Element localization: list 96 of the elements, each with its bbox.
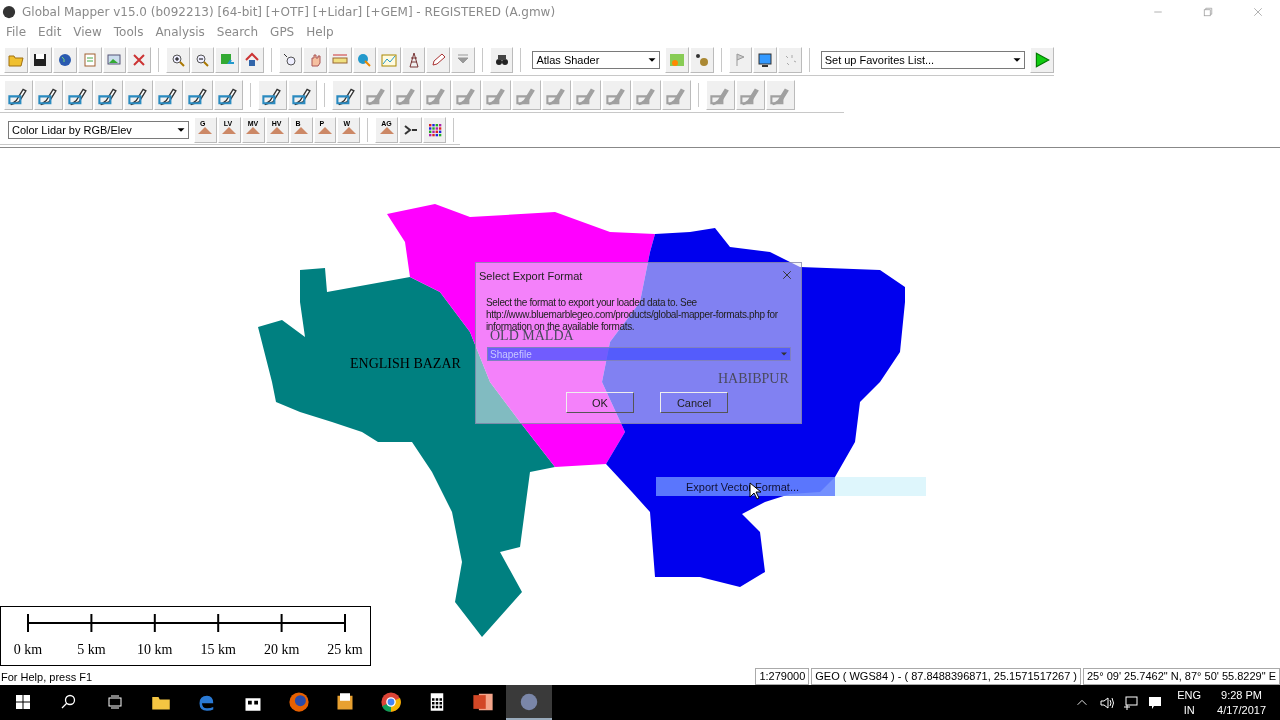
clock-date[interactable]: 4/17/2017 [1217, 702, 1266, 718]
zoomout-button[interactable] [190, 46, 215, 73]
magnify-button[interactable] [278, 46, 303, 73]
lidar-class-icon [270, 126, 285, 134]
monitor-button[interactable] [753, 46, 778, 73]
menu-item[interactable]: Tools [109, 25, 152, 40]
menu-item[interactable]: Help [302, 25, 342, 40]
digitizer-button[interactable] [64, 80, 93, 111]
digitizer-button[interactable] [288, 80, 317, 111]
close-icon [781, 268, 793, 281]
3d-button[interactable] [690, 46, 714, 73]
pencil-button[interactable] [426, 46, 451, 73]
lidar-class-icon [294, 126, 309, 134]
fox-globe-icon [288, 690, 310, 713]
clock-time[interactable]: 9:28 PM [1221, 687, 1262, 703]
globe-button[interactable] [53, 46, 77, 73]
document-icon [81, 51, 98, 68]
menu-item[interactable]: Edit [34, 25, 70, 40]
digitizer-button[interactable] [34, 80, 63, 111]
binoculars-button[interactable] [489, 46, 514, 73]
digitizer-button[interactable] [154, 80, 183, 111]
shader-icon [669, 51, 686, 68]
classify-button[interactable] [399, 117, 423, 144]
home-icon [243, 51, 260, 68]
menu-item[interactable]: GPS [266, 25, 303, 40]
status-position: 25° 09' 25.7462" N, 87° 50' 55.8229" E [1083, 668, 1280, 685]
scale-label: 0 km [13, 642, 43, 657]
region-code[interactable]: IN [1183, 702, 1195, 718]
grid-button[interactable] [423, 117, 447, 144]
windows-icon [15, 693, 31, 710]
dialog-button[interactable]: Cancel [660, 392, 728, 413]
info-button[interactable] [352, 46, 377, 73]
play-icon [1033, 50, 1052, 69]
search-icon [61, 693, 77, 710]
path-profile-icon [381, 51, 397, 68]
scale-label: 15 km [200, 642, 236, 657]
scale-label: 20 km [263, 642, 300, 657]
lidar-class-icon [246, 126, 261, 134]
color-grid-icon [426, 122, 443, 139]
monitor-icon [757, 51, 774, 68]
digitizer-button[interactable] [214, 80, 243, 111]
arrow-button[interactable] [451, 46, 475, 73]
lidar-mode-dropdown[interactable]: Color Lidar by RGB/Elev [8, 121, 189, 140]
scale-label: 10 km [137, 642, 173, 657]
scale-label: 25 km [327, 642, 363, 657]
status-scale: 1:279000 [755, 668, 810, 685]
image-button[interactable] [102, 46, 127, 73]
task-view-icon [107, 693, 123, 710]
digitizer-button[interactable] [4, 80, 33, 111]
status-projection: GEO ( WGS84 ) - ( 87.8488396871, 25.1571517267 ) [811, 668, 1081, 685]
lidar-class-icon [222, 126, 237, 134]
digitizer-button[interactable] [124, 80, 153, 111]
speaker-icon [1099, 694, 1116, 711]
region-label: ENGLISH BAZAR [350, 356, 461, 371]
notification-icon [1147, 694, 1164, 711]
tower-button[interactable] [401, 46, 426, 73]
lidar-class-icon [198, 126, 213, 134]
menu-item[interactable]: Search [212, 25, 267, 40]
region-label: HABIBPUR [718, 371, 789, 386]
chrome-ball-icon [380, 690, 402, 713]
favorites-dropdown[interactable]: Set up Favorites List... [820, 50, 1026, 69]
save-button[interactable] [28, 46, 53, 73]
lidar-class-icon [317, 126, 332, 134]
menu-item[interactable]: File [2, 25, 35, 40]
digitizer-button[interactable] [258, 80, 287, 111]
zoomin-button[interactable] [165, 46, 190, 73]
window-title: Global Mapper v15.0 (b092213) [64-bit] [+OTF] [+Lidar] [+GEM] - REGISTERED (A.gmw) [22, 4, 557, 19]
restore-icon [1202, 5, 1214, 18]
map-button[interactable] [215, 46, 239, 73]
tools-button[interactable] [127, 46, 151, 73]
shader-dropdown[interactable]: Atlas Shader [532, 50, 661, 69]
magnifier-icon [282, 51, 299, 68]
lidar-class-icon [341, 126, 356, 134]
pencil-icon [430, 51, 447, 68]
digitizer-button[interactable] [184, 80, 213, 111]
play-button[interactable] [1030, 46, 1055, 73]
globe-icon [2, 4, 16, 19]
network-icon [1123, 694, 1140, 711]
home-button[interactable] [239, 46, 264, 73]
document-folder-icon [335, 691, 355, 712]
menu-item[interactable]: Analysis [151, 25, 213, 40]
digitizer-button[interactable] [332, 80, 361, 111]
close-icon [1252, 5, 1264, 18]
dialog-title: Select Export Format [479, 270, 583, 282]
globe-icon [57, 51, 74, 68]
lidar-class-icon [379, 126, 394, 134]
zoom-out-icon [194, 51, 211, 68]
hand-button[interactable] [303, 46, 327, 73]
status-help: For Help, press F1 [0, 670, 94, 683]
zoom-in-icon [169, 51, 186, 68]
picture-frame-icon [106, 51, 123, 68]
dialog-button[interactable]: OK [566, 392, 634, 413]
digitizer-button[interactable] [94, 80, 123, 111]
scale-label: 5 km [77, 642, 106, 657]
language-code[interactable]: ENG [1177, 687, 1202, 703]
menu-item[interactable]: View [69, 25, 110, 40]
